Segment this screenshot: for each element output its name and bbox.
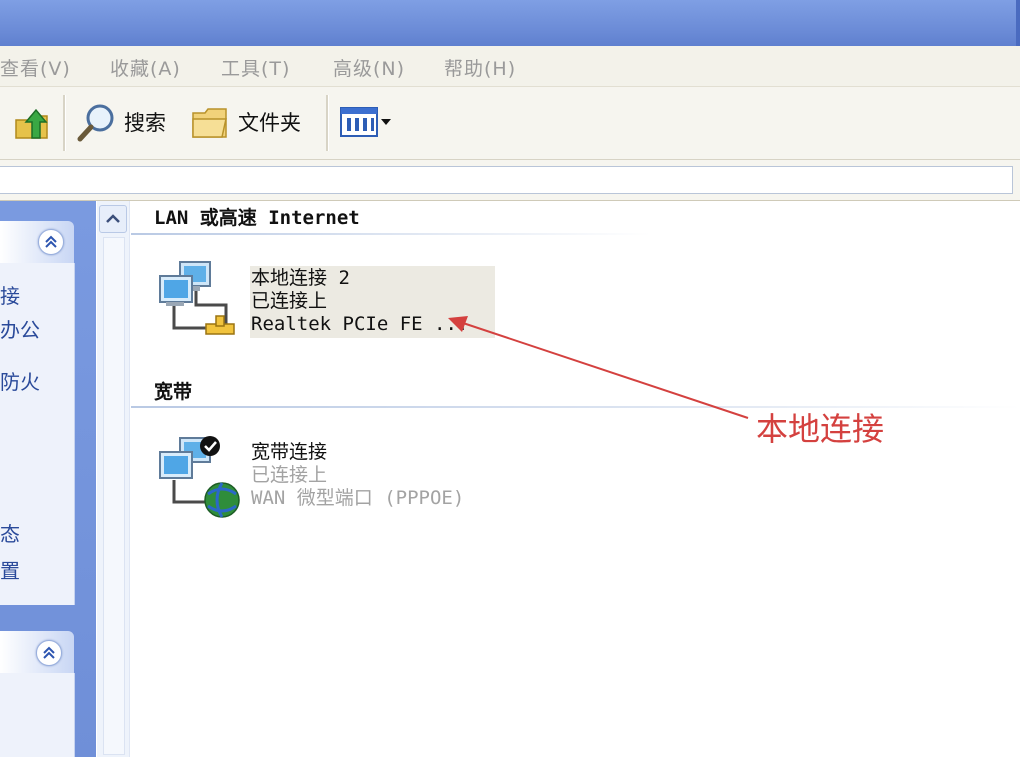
address-input[interactable] (0, 166, 1013, 194)
connection-status: 已连接上 (251, 290, 328, 312)
connection-device: WAN 微型端口 (PPPOE) (251, 487, 465, 509)
connection-device: Realtek PCIe FE ... (251, 313, 469, 335)
task-panel-header[interactable] (0, 631, 74, 673)
toolbar-separator (326, 95, 329, 151)
folders-button[interactable]: 文件夹 (190, 99, 301, 145)
scroll-track[interactable] (103, 237, 125, 755)
connection-name: 宽带连接 (251, 441, 328, 463)
task-link[interactable]: 置 (0, 555, 20, 584)
toolbar: 搜索 文件夹 (0, 87, 1020, 160)
scroll-up-button[interactable] (99, 205, 127, 233)
window-title-bar (0, 0, 1020, 46)
double-chevron-up-icon (43, 646, 55, 659)
up-folder-button[interactable] (10, 99, 54, 145)
menu-help[interactable]: 帮助(H) (444, 54, 516, 81)
group-title-broadband: 宽带 (154, 381, 193, 403)
folder-icon (192, 108, 227, 138)
annotation-arrow (448, 316, 749, 419)
address-bar (0, 160, 1020, 201)
up-folder-icon (15, 108, 48, 139)
task-panel-header[interactable] (0, 221, 74, 263)
title-bar-edge (1016, 0, 1020, 46)
scroll-gutter (97, 201, 130, 757)
menu-advanced[interactable]: 高级(N) (333, 54, 405, 81)
task-pane: 接 办公 防火 态 置 (0, 201, 96, 757)
chevron-down-icon (381, 119, 391, 125)
connection-status: 已连接上 (251, 464, 328, 486)
folders-label: 文件夹 (238, 111, 301, 135)
task-link[interactable]: 办公 (0, 314, 40, 343)
menu-view[interactable]: 查看(V) (0, 54, 71, 81)
connection-name: 本地连接 2 (251, 267, 350, 289)
network-tasks-panel: 接 办公 防火 态 置 (0, 263, 75, 605)
other-places-panel (0, 673, 75, 757)
search-icon (77, 104, 114, 142)
annotation-label: 本地连接 (756, 410, 885, 448)
broadband-connection-icon (159, 436, 240, 518)
group-divider (131, 233, 651, 235)
search-button[interactable]: 搜索 (76, 99, 166, 145)
views-button[interactable] (340, 99, 392, 145)
chevron-up-icon (106, 214, 120, 223)
menu-tools[interactable]: 工具(T) (221, 54, 290, 81)
collapse-button[interactable] (36, 640, 62, 666)
views-icon (340, 107, 378, 137)
task-link[interactable]: 接 (0, 280, 20, 309)
search-label: 搜索 (124, 111, 166, 135)
menu-bar: 查看(V) 收藏(A) 工具(T) 高级(N) 帮助(H) (0, 46, 1020, 87)
network-connection-icon (159, 261, 235, 335)
toolbar-separator (63, 95, 66, 151)
task-link[interactable]: 防火 (0, 366, 40, 395)
task-link[interactable]: 态 (0, 518, 20, 547)
group-title-lan: LAN 或高速 Internet (154, 207, 360, 229)
menu-favorites[interactable]: 收藏(A) (110, 54, 181, 81)
double-chevron-up-icon (45, 235, 57, 248)
collapse-button[interactable] (38, 229, 64, 255)
